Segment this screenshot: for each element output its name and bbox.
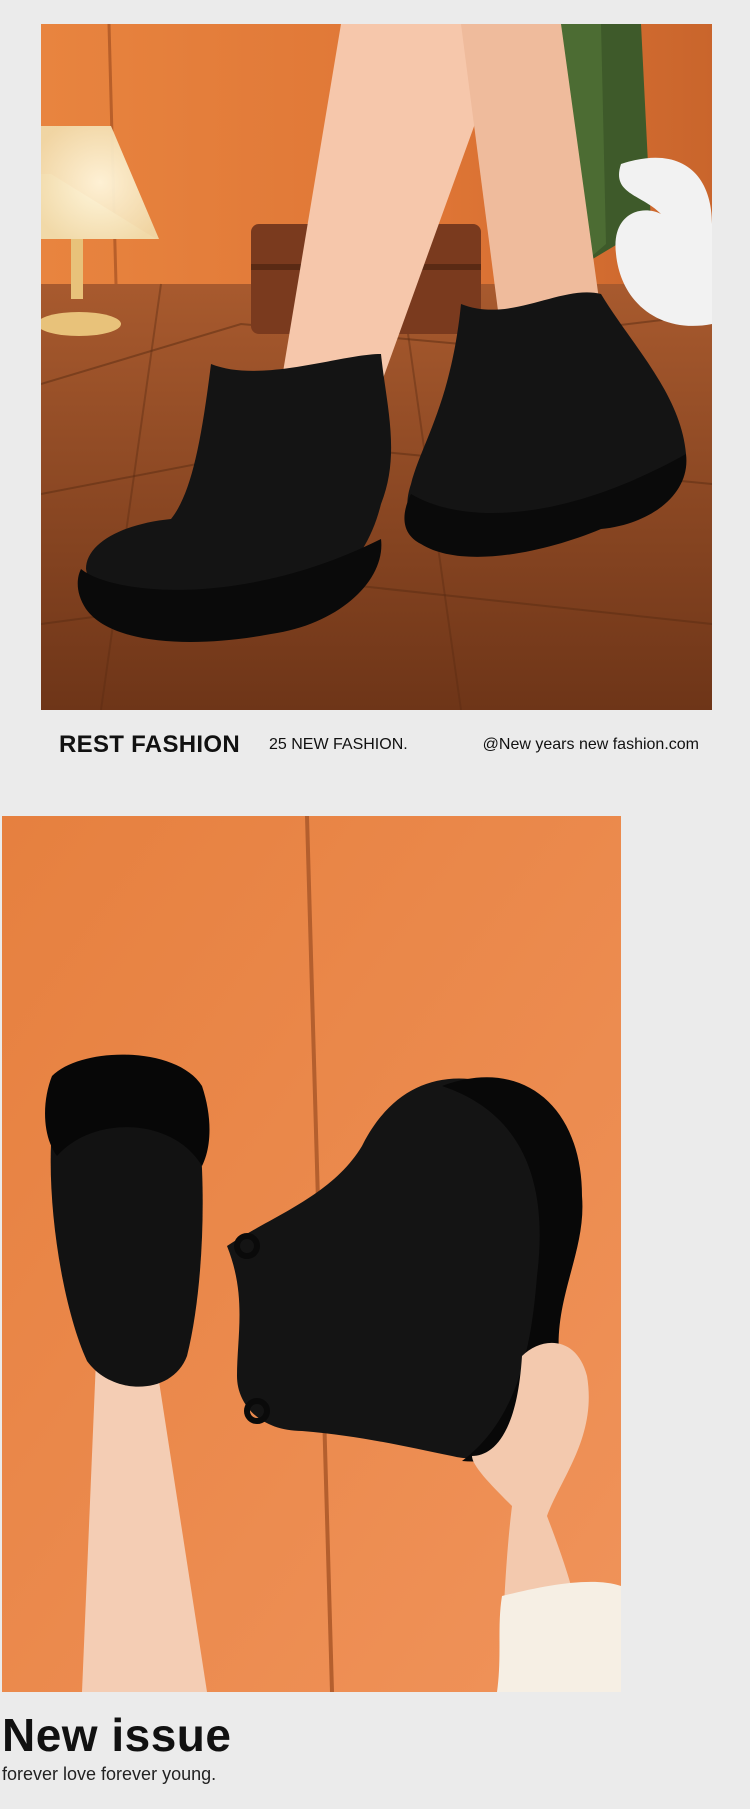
- product-photo-bottom: [2, 816, 621, 1692]
- tagline: 25 NEW FASHION.: [269, 736, 408, 753]
- caption-bar: REST FASHION 25 NEW FASHION. @New years …: [59, 728, 699, 762]
- new-issue-heading: New issue: [2, 1709, 232, 1761]
- product-photo-top: [41, 24, 712, 710]
- website-handle: @New years new fashion.com: [482, 736, 699, 753]
- product-photo-bottom-illustration: [2, 816, 621, 1692]
- new-issue-subtitle: forever love forever young.: [2, 1764, 217, 1784]
- product-photo-top-illustration: [41, 24, 712, 710]
- brand-name: REST FASHION: [59, 731, 240, 758]
